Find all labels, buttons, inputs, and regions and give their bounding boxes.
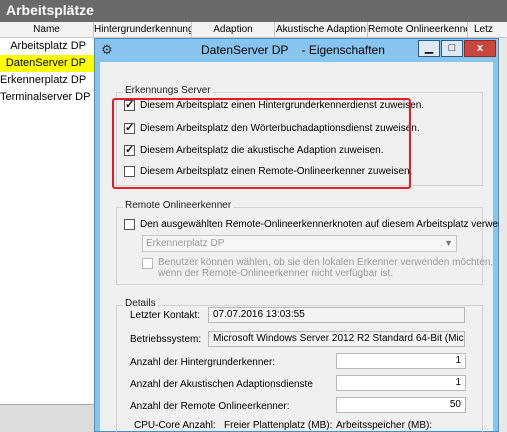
remote-node-select[interactable]: Erkennerplatz DP ▼: [142, 235, 457, 252]
list-item-erkennerplatz[interactable]: Erkennerplatz DP: [0, 72, 94, 89]
gear-icon: ⚙: [101, 42, 113, 57]
cpu-label: CPU-Core Anzahl:: [134, 420, 216, 431]
details-group-title: Details: [123, 298, 158, 309]
remote-allow-checkbox[interactable]: [142, 258, 153, 269]
app-title: Arbeitsplätze: [0, 0, 507, 22]
list-item-arbeitsplatz[interactable]: Arbeitsplatz DP: [0, 38, 94, 55]
ac-count-label: Anzahl der Akustischen Adaptionsdienste: [130, 379, 313, 390]
remote-use-checkbox[interactable]: [124, 219, 135, 230]
maximize-button[interactable]: □: [441, 40, 463, 57]
remote-count-label: Anzahl der Remote Onlineerkenner:: [130, 401, 290, 412]
remote-use-label: Den ausgewählten Remote-Onlineerkennerkn…: [140, 219, 507, 230]
column-header-name[interactable]: Name: [0, 22, 94, 38]
list-item-terminalserver[interactable]: Terminalserver DP: [0, 89, 94, 106]
column-header-akustische-adaption[interactable]: Akustische Adaption: [275, 22, 368, 38]
last-contact-label: Letzter Kontakt:: [130, 310, 201, 321]
disk-label: Freier Plattenplatz (MB):: [224, 420, 333, 431]
bg-count-field[interactable]: 1: [336, 353, 466, 369]
last-contact-field: 07.07.2016 13:03:55: [208, 307, 465, 323]
dialog-body: Erkennungs Server Diesem Arbeitsplatz ei…: [100, 62, 507, 432]
remote-use-row[interactable]: Den ausgewählten Remote-Onlineerkennerkn…: [124, 219, 507, 230]
chevron-down-icon: ▼: [444, 238, 453, 248]
remote-allow-line2: wenn der Remote-Onlineerkenner nicht ver…: [158, 268, 394, 279]
workstation-list: Arbeitsplatz DP DatenServer DP Erkennerp…: [0, 38, 94, 106]
erkennung-group-title: Erkennungs Server: [123, 85, 213, 96]
dialog-titlebar[interactable]: ⚙ DatenServer DP - Eigenschaften ▁ □ x: [95, 39, 498, 61]
dialog-title: DatenServer DP - Eigenschaften: [201, 43, 385, 57]
column-header-hintergrunderkennung[interactable]: Hintergrunderkennung: [94, 22, 192, 38]
list-item-datenserver[interactable]: DatenServer DP: [0, 55, 94, 72]
ac-count-field[interactable]: 1: [336, 375, 466, 391]
os-label: Betriebssystem:: [130, 334, 202, 345]
column-header-letzter[interactable]: Letz: [468, 22, 507, 38]
close-button[interactable]: x: [464, 40, 496, 57]
os-field: Microsoft Windows Server 2012 R2 Standar…: [208, 331, 465, 347]
remote-count-field[interactable]: 50: [336, 397, 466, 413]
column-header-remote-onlineerkenner[interactable]: Remote Onlineerkenner: [368, 22, 468, 38]
remote-group-title: Remote Onlineerkenner: [123, 200, 234, 211]
ram-label: Arbeitsspeicher (MB):: [336, 420, 433, 431]
bg-count-label: Anzahl der Hintergrunderkenner:: [130, 357, 276, 368]
remote-allow-line1: Benutzer können wählen, ob sie den lokal…: [158, 257, 494, 268]
grid-header: Name Hintergrunderkennung Adaption Akust…: [0, 22, 507, 38]
column-header-adaption[interactable]: Adaption: [192, 22, 275, 38]
remote-allow-text: Benutzer können wählen, ob sie den lokal…: [158, 257, 493, 279]
left-panel-footer: [0, 404, 94, 432]
highlight-frame: [112, 98, 411, 189]
minimize-button[interactable]: ▁: [418, 40, 440, 57]
properties-dialog: ⚙ DatenServer DP - Eigenschaften ▁ □ x E…: [94, 38, 507, 432]
remote-allow-row: Benutzer können wählen, ob sie den lokal…: [142, 257, 493, 279]
remote-node-value: Erkennerplatz DP: [146, 238, 225, 249]
right-scroll-area: [499, 38, 507, 432]
